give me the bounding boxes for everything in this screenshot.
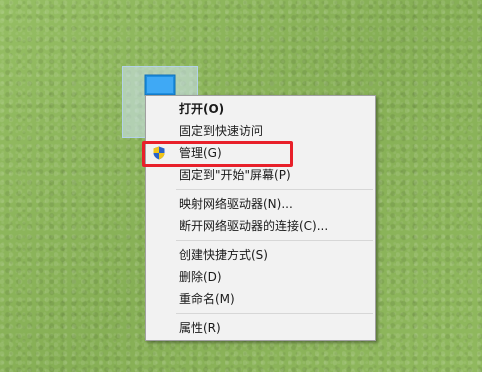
menu-item-label: 创建快捷方式(S) <box>179 248 268 262</box>
menu-item-label: 固定到快速访问 <box>179 124 264 138</box>
menu-item-pin-start[interactable]: 固定到"开始"屏幕(P) <box>146 164 375 186</box>
menu-separator <box>176 313 373 314</box>
menu-separator <box>176 189 373 190</box>
menu-item-disconnect-network-drive[interactable]: 断开网络驱动器的连接(C)... <box>146 215 375 237</box>
menu-item-manage[interactable]: 管理(G) <box>146 142 375 164</box>
menu-item-label: 固定到"开始"屏幕(P) <box>179 168 291 182</box>
menu-item-label: 删除(D) <box>179 270 222 284</box>
menu-item-delete[interactable]: 删除(D) <box>146 266 375 288</box>
menu-item-rename[interactable]: 重命名(M) <box>146 288 375 310</box>
menu-separator <box>176 240 373 241</box>
context-menu: 打开(O) 固定到快速访问 管理(G) 固定到"开始"屏幕(P) 映射网络驱动器… <box>145 95 376 341</box>
menu-item-open[interactable]: 打开(O) <box>146 98 375 120</box>
menu-item-label: 属性(R) <box>179 321 221 335</box>
menu-item-label: 重命名(M) <box>179 292 235 306</box>
menu-item-create-shortcut[interactable]: 创建快捷方式(S) <box>146 244 375 266</box>
menu-item-label: 断开网络驱动器的连接(C)... <box>179 219 329 233</box>
menu-item-map-network-drive[interactable]: 映射网络驱动器(N)... <box>146 193 375 215</box>
menu-item-pin-quick-access[interactable]: 固定到快速访问 <box>146 120 375 142</box>
menu-item-label: 映射网络驱动器(N)... <box>179 197 293 211</box>
menu-item-label: 管理(G) <box>179 146 222 160</box>
menu-item-properties[interactable]: 属性(R) <box>146 317 375 339</box>
menu-item-label: 打开(O) <box>179 102 225 116</box>
uac-shield-icon <box>153 146 165 160</box>
